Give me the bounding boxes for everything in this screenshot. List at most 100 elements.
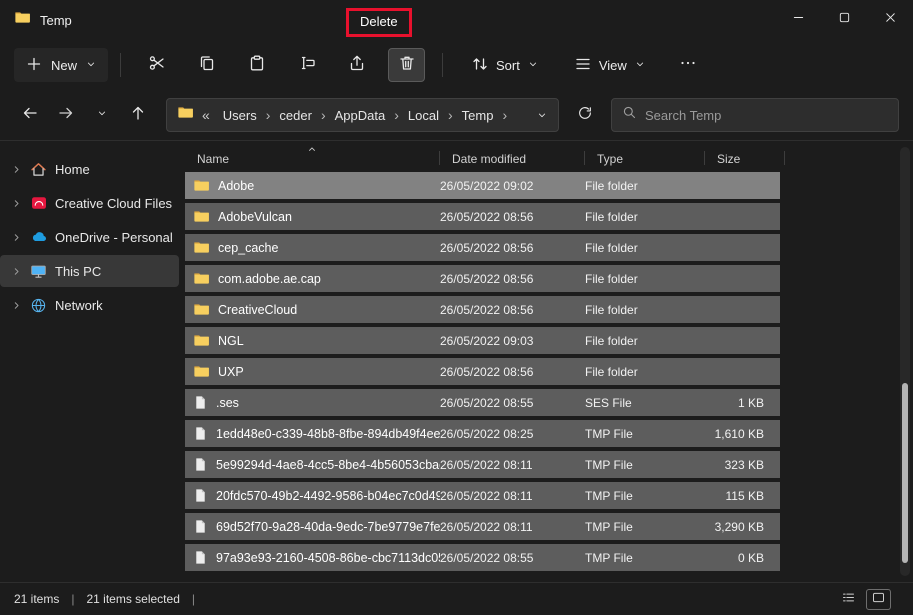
breadcrumb-separator-icon[interactable]: › [392,107,401,123]
sidebar-item-home[interactable]: Home [0,153,179,185]
sidebar-item-creative-cloud-files[interactable]: Creative Cloud Files [0,187,179,219]
breadcrumb-overflow[interactable]: « [202,107,210,123]
breadcrumb-separator-icon[interactable]: › [500,107,509,123]
sidebar-item-network[interactable]: Network [0,289,179,321]
minimize-icon [791,10,806,30]
back-button[interactable] [14,99,46,131]
sidebar-item-label: Creative Cloud Files [55,196,172,211]
breadcrumb-item[interactable]: Local [403,106,444,125]
chevron-right-icon[interactable] [10,266,22,277]
breadcrumb-separator-icon[interactable]: › [319,107,328,123]
file-icon [193,457,208,472]
thumbnail-view-button[interactable] [866,589,891,610]
sidebar-item-this-pc[interactable]: This PC [0,255,179,287]
file-icon [193,519,208,534]
forward-button[interactable] [50,99,82,131]
breadcrumb-item[interactable]: AppData [330,106,391,125]
file-row[interactable]: cep_cache26/05/2022 08:56File folder [185,234,780,261]
file-name: 1edd48e0-c339-48b8-8fbe-894db49f4ee6... [216,427,440,441]
delete-button[interactable] [388,48,425,82]
file-date-modified: 26/05/2022 08:25 [440,427,585,441]
chevron-right-icon[interactable] [10,198,22,209]
breadcrumb-item[interactable]: Users [218,106,262,125]
close-icon [883,10,898,30]
breadcrumb-separator-icon[interactable]: › [264,107,273,123]
sidebar-item-onedrive-personal[interactable]: OneDrive - Personal [0,221,179,253]
details-view-button[interactable] [836,589,861,610]
window-title: Temp [40,13,72,28]
file-name: 20fdc570-49b2-4492-9586-b04ec7c0d492... [216,489,440,503]
file-date-modified: 26/05/2022 09:02 [440,179,585,193]
breadcrumb: Users›ceder›AppData›Local›Temp› [218,106,509,125]
file-type: File folder [585,241,705,255]
chevron-right-icon[interactable] [10,300,22,311]
refresh-icon [577,105,593,126]
file-row[interactable]: com.adobe.ae.cap26/05/2022 08:56File fol… [185,265,780,292]
recent-locations-button[interactable] [86,99,118,131]
cut-button[interactable] [138,48,175,82]
share-button[interactable] [338,48,375,82]
items-count: 21 items [14,592,59,606]
scrollbar-thumb[interactable] [902,383,908,563]
breadcrumb-separator-icon[interactable]: › [446,107,455,123]
file-type: SES File [585,396,705,410]
search-input[interactable] [645,108,888,123]
up-button[interactable] [122,99,154,131]
file-row[interactable]: 20fdc570-49b2-4492-9586-b04ec7c0d492...2… [185,482,780,509]
new-button-label: New [51,58,77,73]
file-row[interactable]: 5e99294d-4ae8-4cc5-8be4-4b56053cbad2...2… [185,451,780,478]
view-button[interactable]: View [564,48,656,82]
file-row[interactable]: 1edd48e0-c339-48b8-8fbe-894db49f4ee6...2… [185,420,780,447]
view-icon [574,55,592,76]
file-row[interactable]: 97a93e93-2160-4508-86be-cbc7113dc059...2… [185,544,780,571]
status-bar: 21 items | 21 items selected | [0,582,913,615]
sort-button[interactable]: Sort [461,48,549,82]
column-header-name[interactable]: Name [185,143,440,171]
file-date-modified: 26/05/2022 09:03 [440,334,585,348]
sidebar: Home Creative Cloud Files OneDrive - Perso… [0,141,185,582]
breadcrumb-item[interactable]: ceder [274,106,317,125]
search-box [611,98,899,132]
folder-icon [193,270,210,287]
address-bar[interactable]: « Users›ceder›AppData›Local›Temp› [166,98,559,132]
sidebar-item-label: OneDrive - Personal [55,230,173,245]
column-header-type[interactable]: Type [585,143,705,171]
close-button[interactable] [867,0,913,40]
file-row[interactable]: .ses26/05/2022 08:55SES File1 KB [185,389,780,416]
minimize-button[interactable] [775,0,821,40]
folder-icon [193,239,210,256]
address-dropdown-chevron-icon[interactable] [536,109,548,121]
file-row[interactable]: CreativeCloud26/05/2022 08:56File folder [185,296,780,323]
title-bar: Temp Delete [0,0,913,40]
cut-icon [148,54,166,77]
chevron-right-icon[interactable] [10,232,22,243]
chevron-right-icon[interactable] [10,164,22,175]
file-type: File folder [585,179,705,193]
address-row: « Users›ceder›AppData›Local›Temp› [0,90,913,140]
file-type: TMP File [585,458,705,472]
scrollbar[interactable] [900,147,910,576]
file-type: File folder [585,303,705,317]
maximize-button[interactable] [821,0,867,40]
forward-icon [57,104,75,127]
column-header-date-modified[interactable]: Date modified [440,143,585,171]
new-button[interactable]: New [14,48,108,82]
paste-button[interactable] [238,48,275,82]
file-icon [193,395,208,410]
file-row[interactable]: 69d52f70-9a28-40da-9edc-7be9779e7fe4...2… [185,513,780,540]
refresh-button[interactable] [569,99,601,131]
file-name: CreativeCloud [218,303,297,317]
rename-button[interactable] [288,48,325,82]
file-row[interactable]: Adobe26/05/2022 09:02File folder [185,172,780,199]
breadcrumb-item[interactable]: Temp [457,106,499,125]
file-name: .ses [216,396,239,410]
file-row[interactable]: NGL26/05/2022 09:03File folder [185,327,780,354]
more-options-button[interactable] [670,48,707,82]
chevron-down-icon [634,58,646,73]
file-icon [193,550,208,565]
file-row[interactable]: AdobeVulcan26/05/2022 08:56File folder [185,203,780,230]
copy-button[interactable] [188,48,225,82]
back-icon [21,104,39,127]
column-header-size[interactable]: Size [705,143,785,171]
file-row[interactable]: UXP26/05/2022 08:56File folder [185,358,780,385]
